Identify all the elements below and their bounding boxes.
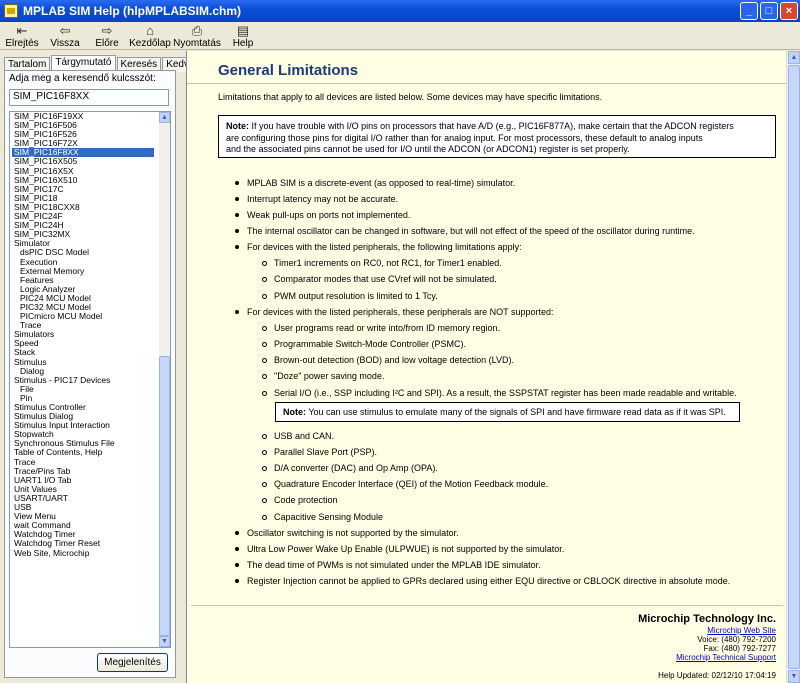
list-item: Capacitive Sensing Module: [262, 512, 383, 522]
index-panel: Adja meg a keresendő kulcsszót: SIM_PIC1…: [4, 70, 176, 678]
page-title: General Limitations: [218, 62, 359, 79]
help-icon: ▤: [236, 23, 250, 38]
company-name: Microchip Technology Inc.: [638, 613, 776, 625]
help-button[interactable]: ▤ Help: [222, 22, 264, 49]
back-button[interactable]: ⇦ Vissza: [44, 22, 86, 49]
note2-label: Note:: [283, 407, 306, 417]
show-button[interactable]: Megjelenítés: [97, 653, 168, 672]
scroll-down-button[interactable]: ▼: [159, 636, 170, 647]
list-item: Quadrature Encoder Interface (QEI) of th…: [262, 479, 548, 489]
note-label: Note:: [226, 121, 249, 131]
index-item[interactable]: USART/UART: [12, 493, 154, 503]
list-item: PWM output resolution is limited to 1 Tc…: [262, 291, 438, 301]
index-scrollbar[interactable]: ▲ ▼: [159, 112, 170, 647]
home-icon: ⌂: [146, 23, 154, 38]
list-item: Comparator modes that use CVref will not…: [262, 274, 497, 284]
list-item: "Doze" power saving mode.: [262, 371, 384, 381]
print-label: Nyomtatás: [173, 38, 221, 49]
list-item: Register Injection cannot be applied to …: [235, 576, 730, 586]
forward-icon: ⇨: [101, 23, 113, 38]
back-label: Vissza: [50, 38, 80, 49]
list-item: Serial I/O (i.e., SSP including I²C and …: [262, 388, 737, 398]
close-button[interactable]: ×: [780, 2, 798, 20]
list-item: Oscillator switching is not supported by…: [235, 528, 459, 538]
print-icon: ⎙: [191, 23, 203, 38]
content-scroll-down[interactable]: ▼: [788, 670, 800, 683]
navigation-pane: Tartalom Tárgymutató Keresés Kedvencek A…: [0, 51, 220, 683]
home-label: Kezdőlap: [129, 38, 171, 49]
list-item: USB and CAN.: [262, 431, 334, 441]
note-box: Note: If you have trouble with I/O pins …: [218, 115, 776, 158]
list-item: The dead time of PWMs is not simulated u…: [235, 560, 541, 570]
spi-note-box: Note: You can use stimulus to emulate ma…: [275, 402, 740, 422]
note2-text: You can use stimulus to emulate many of …: [308, 407, 726, 417]
help-app-icon: [4, 4, 18, 18]
hide-button[interactable]: ⇤ Elrejtés: [0, 22, 44, 49]
keyword-label: Adja meg a keresendő kulcsszót:: [9, 73, 156, 84]
list-item: D/A converter (DAC) and Op Amp (OPA).: [262, 463, 438, 473]
back-icon: ⇦: [59, 23, 71, 38]
list-item: Timer1 increments on RC0, not RC1, for T…: [262, 258, 502, 268]
list-item: The internal oscillator can be changed i…: [235, 226, 695, 236]
window-title: MPLAB SIM Help (hlpMPLABSIM.chm): [23, 4, 241, 18]
list-item: For devices with the listed peripherals,…: [235, 242, 522, 252]
forward-button[interactable]: ⇨ Előre: [86, 22, 128, 49]
content-scroll-up[interactable]: ▲: [788, 51, 800, 64]
list-item: User programs read or write into/from ID…: [262, 323, 500, 333]
footer-divider: [191, 605, 783, 606]
note-line-2: are configuring those pins for digital I…: [226, 132, 703, 143]
note-line-3: and the associated pins cannot be used f…: [226, 144, 630, 154]
list-item: MPLAB SIM is a discrete-event (as oppose…: [235, 178, 515, 188]
intro-text: Limitations that apply to all devices ar…: [218, 92, 603, 102]
list-item: Weak pull-ups on ports not implemented.: [235, 210, 410, 220]
minimize-button[interactable]: _: [740, 2, 758, 20]
content-scrollbar[interactable]: ▲ ▼: [786, 51, 800, 683]
list-item: Ultra Low Power Wake Up Enable (ULPWUE) …: [235, 544, 564, 554]
toolbar: ⇤ Elrejtés ⇦ Vissza ⇨ Előre ⌂ Kezdőlap ⎙ Nyom…: [0, 22, 800, 50]
topic-content: General Limitations Limitations that app…: [186, 51, 800, 683]
home-button[interactable]: ⌂ Kezdőlap: [128, 22, 172, 49]
scroll-up-button[interactable]: ▲: [159, 112, 170, 123]
scroll-thumb[interactable]: [159, 356, 170, 636]
hide-icon: ⇤: [16, 23, 28, 38]
list-item: For devices with the listed peripherals,…: [235, 307, 554, 317]
help-updated: Help Updated: 02/12/10 17:04:19: [658, 671, 776, 680]
content-scroll-thumb[interactable]: [788, 65, 800, 669]
forward-label: Előre: [95, 38, 119, 49]
support-link[interactable]: Microchip Technical Support: [676, 653, 776, 662]
title-bar: MPLAB SIM Help (hlpMPLABSIM.chm) _ □ ×: [0, 0, 800, 22]
print-button[interactable]: ⎙ Nyomtatás: [172, 22, 222, 49]
index-items: SIM_PIC16F19XX SIM_PIC16F506 SIM_PIC16F526…: [12, 112, 154, 558]
help-label: Help: [232, 38, 254, 49]
list-item: Brown-out detection (BOD) and low voltag…: [262, 355, 514, 365]
list-item: Interrupt latency may not be accurate.: [235, 194, 398, 204]
hide-label: Elrejtés: [5, 38, 39, 49]
web-site-link[interactable]: Microchip Web Site: [707, 626, 776, 635]
keyword-input[interactable]: SIM_PIC16F8XX: [9, 89, 169, 106]
title-divider: [187, 83, 787, 84]
list-item: Parallel Slave Port (PSP).: [262, 447, 377, 457]
voice-number: Voice: (480) 792-7200: [697, 635, 776, 644]
maximize-button[interactable]: □: [760, 2, 778, 20]
index-item[interactable]: File: [12, 384, 154, 394]
index-list[interactable]: SIM_PIC16F19XX SIM_PIC16F506 SIM_PIC16F526…: [9, 111, 171, 648]
fax-number: Fax: (480) 792-7277: [703, 644, 777, 653]
index-item[interactable]: Web Site, Microchip: [12, 548, 154, 558]
list-item: Code protection: [262, 495, 338, 505]
note-line-1: If you have trouble with I/O pins on pro…: [251, 121, 734, 131]
list-item: Programmable Switch-Mode Controller (PSM…: [262, 339, 466, 349]
